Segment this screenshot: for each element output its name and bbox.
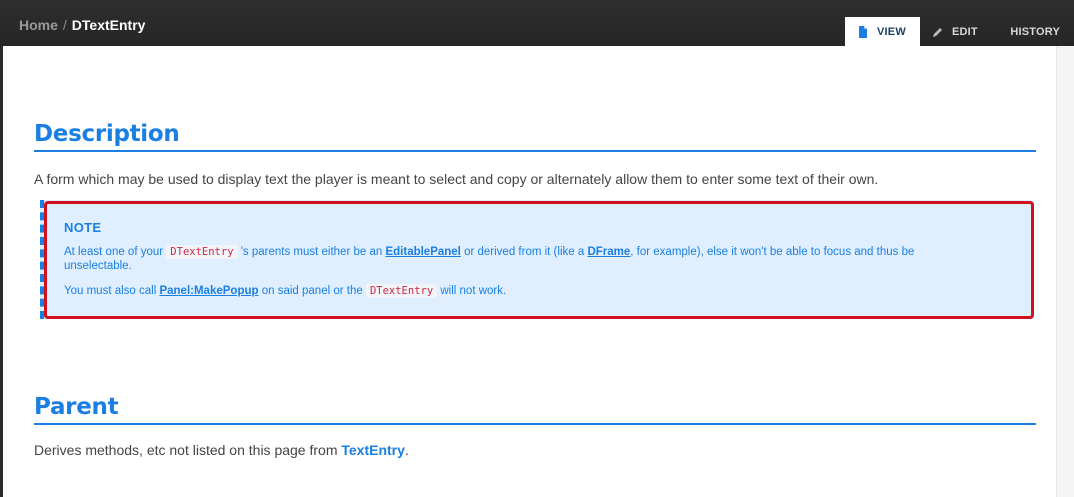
parent-text-body: Derives methods, etc not listed on this … xyxy=(34,442,342,458)
parent-text-suffix: . xyxy=(404,442,409,458)
inline-code: DTextEntry xyxy=(166,245,238,259)
note-line-1: At least one of your DTextEntry 's paren… xyxy=(64,245,984,273)
dframe-link[interactable]: DFrame xyxy=(587,246,630,258)
editablepanel-link[interactable]: EditablePanel xyxy=(385,246,460,258)
breadcrumb-current: DTextEntry xyxy=(71,17,146,33)
note-title: NOTE xyxy=(64,220,102,235)
tab-edit-label: EDIT xyxy=(952,25,978,38)
parent-heading: Parent xyxy=(34,394,1036,425)
parent-text: Derives methods, etc not listed on this … xyxy=(34,442,409,458)
inline-code: DTextEntry xyxy=(365,284,438,298)
textentry-link[interactable]: TextEntry xyxy=(341,442,405,458)
makepopup-link[interactable]: Panel:MakePopup xyxy=(159,285,258,297)
top-bar: Home / DTextEntry VIEW EDIT HISTORY xyxy=(0,0,1074,46)
tab-view[interactable]: VIEW xyxy=(845,17,920,46)
note-text: or derived from it (like a xyxy=(460,246,588,258)
document-icon xyxy=(859,25,867,38)
breadcrumb-home-link[interactable]: Home xyxy=(19,17,58,33)
note-text: 's parents must either be an xyxy=(237,246,386,258)
note-text: You must also call xyxy=(64,285,160,297)
note-text: will not work. xyxy=(437,285,507,297)
note-box: NOTE At least one of your DTextEntry 's … xyxy=(40,200,1034,319)
note-text: At least one of your xyxy=(64,246,167,258)
breadcrumb-separator: / xyxy=(62,17,67,33)
page-tabs: VIEW EDIT HISTORY xyxy=(845,17,1074,46)
tab-edit[interactable]: EDIT xyxy=(920,17,990,46)
description-text: A form which may be used to display text… xyxy=(34,171,879,187)
scrollbar-gutter[interactable] xyxy=(1056,46,1074,497)
pencil-icon xyxy=(933,27,942,37)
note-line-2: You must also call Panel:MakePopup on sa… xyxy=(64,284,984,298)
tab-history[interactable]: HISTORY xyxy=(990,17,1074,46)
description-heading: Description xyxy=(34,121,1036,152)
tab-view-label: VIEW xyxy=(877,25,906,38)
page-content: Description A form which may be used to … xyxy=(3,46,1056,497)
note-text: on said panel or the xyxy=(258,285,366,297)
tab-history-label: HISTORY xyxy=(1010,25,1060,38)
breadcrumb: Home / DTextEntry xyxy=(19,17,145,33)
